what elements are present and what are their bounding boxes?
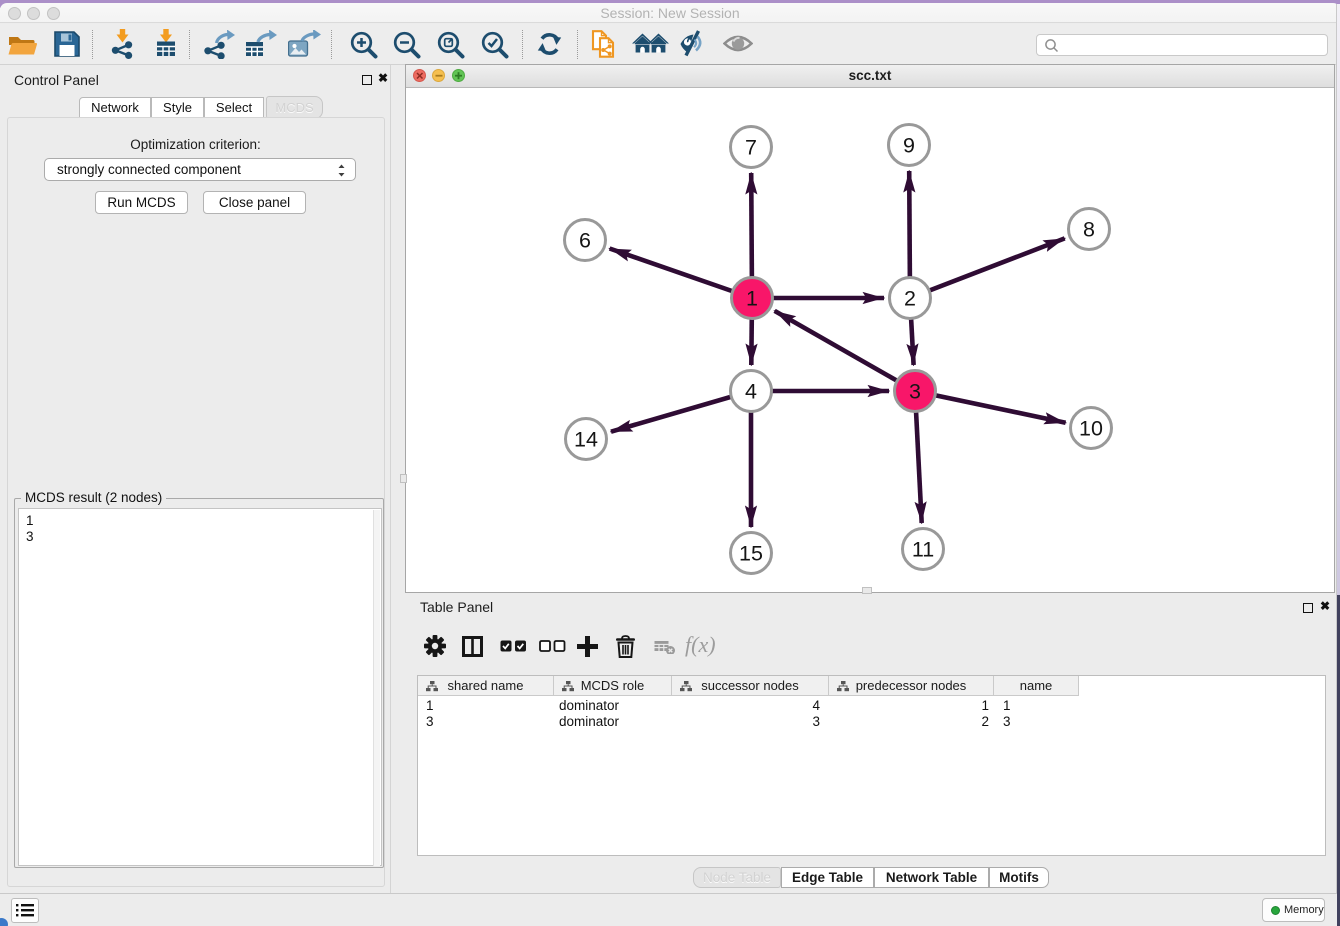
svg-text:10: 10 bbox=[1079, 417, 1103, 441]
svg-text:15: 15 bbox=[739, 542, 763, 566]
svg-text:14: 14 bbox=[574, 428, 598, 452]
svg-text:8: 8 bbox=[1083, 218, 1095, 242]
svg-text:11: 11 bbox=[912, 538, 934, 562]
svg-text:9: 9 bbox=[903, 134, 915, 158]
svg-text:7: 7 bbox=[745, 136, 757, 160]
svg-text:6: 6 bbox=[579, 229, 591, 253]
svg-text:3: 3 bbox=[909, 380, 921, 404]
svg-text:4: 4 bbox=[745, 380, 757, 404]
svg-text:1: 1 bbox=[746, 287, 758, 311]
svg-text:2: 2 bbox=[904, 287, 916, 311]
